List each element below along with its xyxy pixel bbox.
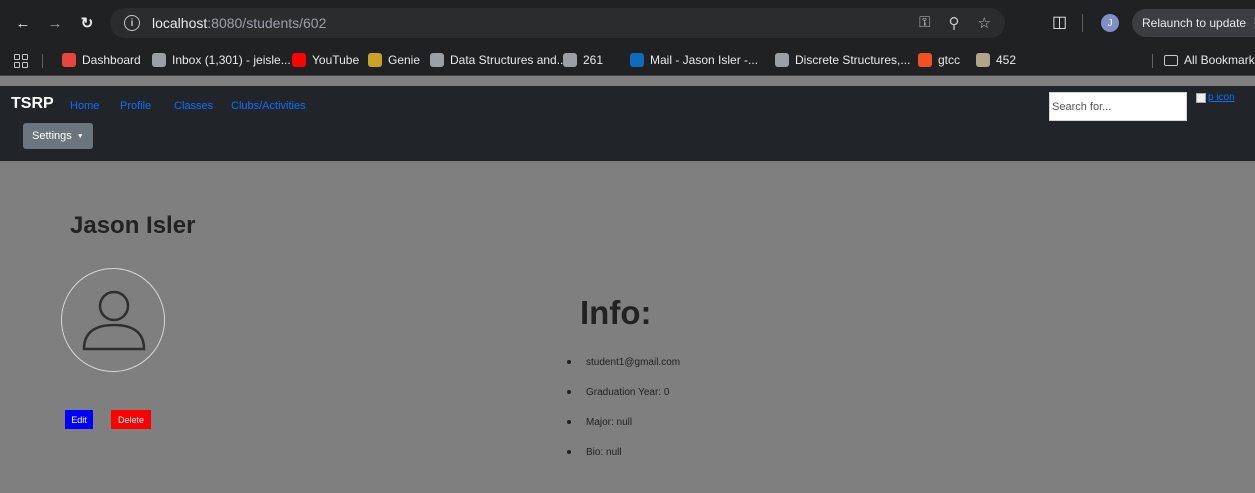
relaunch-label: Relaunch to update	[1142, 16, 1247, 30]
bookmark-label: Dashboard	[82, 53, 141, 67]
bookmark-label: Mail - Jason Isler -...	[650, 53, 759, 67]
browser-toolbar: ← → ↻ i localhost:8080/students/602 ⚿ ⚲ …	[0, 0, 1255, 46]
bookmark-item[interactable]: Mail - Jason Isler -...	[630, 53, 758, 67]
star-icon[interactable]: ☆	[978, 14, 991, 32]
broken-image-icon	[1196, 92, 1206, 103]
nav-classes[interactable]: Classes	[174, 100, 213, 112]
nav-profile[interactable]: Profile	[120, 100, 151, 112]
profile-avatar[interactable]: J	[1101, 14, 1119, 32]
folder-icon	[1164, 54, 1178, 66]
back-arrow-icon[interactable]: ←	[12, 12, 34, 34]
p-icon-label: p icon	[1208, 92, 1235, 103]
url-path: :8080/students/602	[207, 15, 327, 31]
bookmark-favicon-icon	[430, 53, 444, 67]
zoom-icon[interactable]: ⚲	[949, 14, 960, 32]
reload-icon[interactable]: ↻	[76, 12, 98, 34]
bookmark-label: Genie	[388, 53, 421, 67]
bookmark-label: YouTube	[312, 53, 360, 67]
all-bookmarks-button[interactable]: All Bookmarks	[1164, 53, 1255, 67]
info-list: student1@gmail.com Graduation Year: 0 Ma…	[567, 347, 680, 467]
info-graduation-year: Graduation Year: 0	[567, 377, 680, 407]
bookmark-favicon-icon	[918, 53, 932, 67]
address-bar[interactable]: i localhost:8080/students/602 ⚿ ⚲ ☆	[110, 8, 1005, 38]
settings-label: Settings	[32, 130, 72, 142]
caret-down-icon: ▼	[76, 132, 84, 140]
edit-button[interactable]: Edit	[65, 410, 93, 429]
bookmark-label: Inbox (1,301) - jeisle...	[172, 53, 291, 67]
bookmark-item[interactable]: Discrete Structures,...	[775, 53, 910, 67]
forward-arrow-icon[interactable]: →	[44, 12, 66, 34]
key-icon[interactable]: ⚿	[919, 14, 930, 32]
bookmark-favicon-icon	[292, 53, 306, 67]
profile-name: Jason Isler	[70, 212, 196, 239]
bookmark-label: Data Structures and...	[450, 53, 567, 67]
settings-dropdown-button[interactable]: Settings ▼	[23, 123, 93, 149]
avatar	[61, 268, 165, 372]
bookmark-item[interactable]: Genie	[368, 53, 420, 67]
bookmarks-bar: Dashboard Inbox (1,301) - jeisle... YouTub…	[0, 46, 1255, 76]
url-host: localhost	[152, 15, 208, 31]
bookmark-item[interactable]: YouTube	[292, 53, 359, 67]
bookmark-favicon-icon	[630, 53, 644, 67]
bookmark-favicon-icon	[368, 53, 382, 67]
person-icon	[82, 290, 146, 351]
bookmark-label: Discrete Structures,...	[795, 53, 911, 67]
bookmark-item[interactable]: 452	[976, 53, 1016, 67]
bookmark-item[interactable]: Data Structures and...	[430, 53, 567, 67]
bookmark-favicon-icon	[152, 53, 166, 67]
info-major: Major: null	[567, 407, 680, 437]
site-info-icon[interactable]: i	[124, 15, 140, 31]
bookmarks-separator	[1152, 54, 1153, 68]
bookmarks-separator	[42, 54, 43, 68]
info-bio: Bio: null	[567, 437, 680, 467]
info-title: Info:	[580, 294, 652, 331]
apps-grid-icon[interactable]	[14, 54, 28, 68]
nav-clubs-activities[interactable]: Clubs/Activities	[231, 100, 306, 112]
site-navbar: TSRP Home Profile Classes Clubs/Activiti…	[0, 86, 1255, 161]
bookmark-item[interactable]: gtcc	[918, 53, 960, 67]
info-email: student1@gmail.com	[567, 347, 680, 377]
relaunch-button[interactable]: Relaunch to update ⋮	[1132, 9, 1255, 37]
extensions-icon[interactable]: ◫	[1052, 12, 1067, 32]
nav-home[interactable]: Home	[70, 100, 99, 112]
toolbar-separator	[1082, 14, 1083, 32]
bookmark-item[interactable]: 261	[563, 53, 603, 67]
bookmark-label: 452	[996, 53, 1017, 67]
bookmark-label: gtcc	[938, 53, 961, 67]
p-icon-link[interactable]: p icon	[1196, 92, 1235, 103]
all-bookmarks-label: All Bookmarks	[1184, 53, 1255, 67]
delete-button[interactable]: Delete	[111, 410, 151, 429]
bookmark-favicon-icon	[775, 53, 789, 67]
bookmark-label: 261	[583, 53, 604, 67]
bookmark-favicon-icon	[563, 53, 577, 67]
bookmark-favicon-icon	[62, 53, 76, 67]
brand-logo[interactable]: TSRP	[11, 95, 54, 113]
bookmark-item[interactable]: Inbox (1,301) - jeisle...	[152, 53, 291, 67]
bookmark-item[interactable]: Dashboard	[62, 53, 141, 67]
bookmark-favicon-icon	[976, 53, 990, 67]
search-input[interactable]	[1049, 92, 1187, 121]
